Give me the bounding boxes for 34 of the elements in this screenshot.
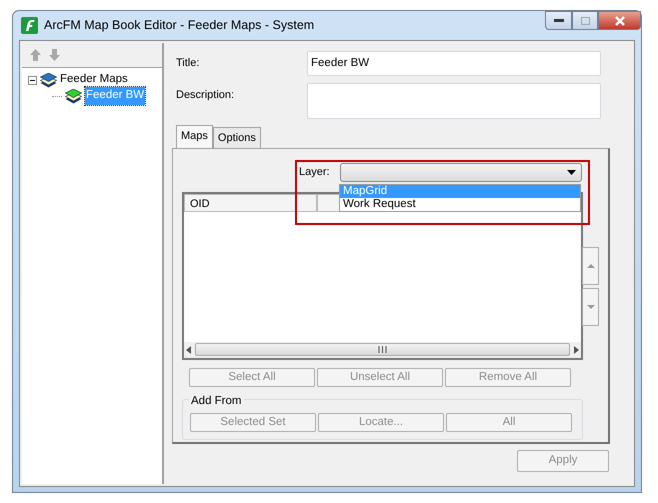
title-label: Title: [175,56,200,71]
description-field[interactable] [307,83,601,120]
down-triangle-icon [586,304,594,309]
move-down-button[interactable] [582,288,599,326]
tree-item[interactable]: Feeder BW [85,87,146,105]
column-header[interactable]: OID [184,194,317,212]
tree-item[interactable]: Feeder Maps [60,71,128,89]
up-arrow-icon[interactable] [30,49,41,61]
tab[interactable]: Options [212,127,261,149]
minimize-button[interactable] [545,11,572,30]
caret-icon [566,170,576,175]
close-button[interactable] [598,11,641,30]
layer-dropdown[interactable] [340,162,582,182]
layer-label: Layer: [299,165,330,180]
move-up-button[interactable] [582,246,599,285]
description-label: Description: [175,88,236,104]
title-field[interactable]: Feeder BW [307,51,601,76]
maximize-icon [580,16,590,24]
grip-icon [378,346,387,354]
dropdown-option[interactable]: MapGrid [340,184,580,198]
app-icon [21,17,38,34]
layers-icon [40,72,57,88]
collapse-icon[interactable] [28,76,37,84]
layers-icon [65,88,82,104]
minimize-icon [554,18,564,22]
tab[interactable]: Maps [176,125,213,149]
scroll-right-icon[interactable] [574,346,579,354]
down-arrow-icon[interactable] [49,49,60,61]
up-triangle-icon [586,264,594,268]
scrollbar-thumb[interactable] [195,343,570,356]
window-title: ArcFM Map Book Editor - Feeder Maps - System [44,17,314,34]
scroll-left-icon[interactable] [186,346,191,354]
dropdown-option[interactable]: Work Request [340,198,580,211]
close-icon [614,16,626,26]
